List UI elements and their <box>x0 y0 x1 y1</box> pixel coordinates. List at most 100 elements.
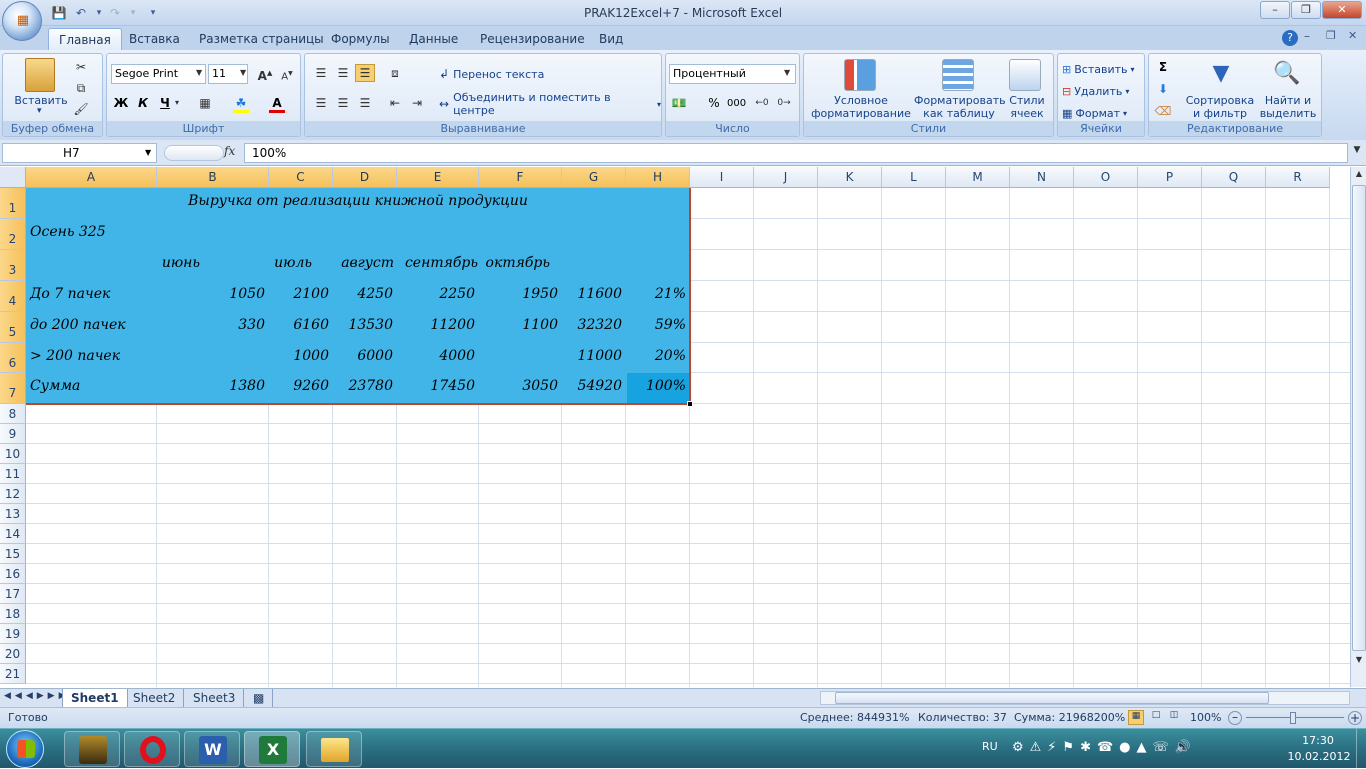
increase-decimal-icon[interactable]: ←0 <box>752 94 772 112</box>
wrap-text-button[interactable]: ↲ Перенос текста <box>439 64 544 84</box>
save-icon[interactable]: 💾 <box>50 4 68 22</box>
data-cell[interactable]: 20% <box>626 348 686 370</box>
data-cell[interactable]: 1000 <box>269 348 329 370</box>
column-header-j[interactable]: J <box>754 167 818 188</box>
autosum-icon[interactable]: Σ <box>1153 58 1173 76</box>
sheet-tab-2[interactable]: Sheet2 <box>125 689 185 707</box>
name-box[interactable]: H7 <box>2 143 157 163</box>
fill-icon[interactable]: ⬇ <box>1153 80 1173 98</box>
page-layout-view-icon[interactable]: □ <box>1148 710 1164 725</box>
currency-icon[interactable]: 💵 <box>669 94 689 112</box>
office-button[interactable]: ▦ <box>2 1 42 41</box>
column-header-g[interactable]: G <box>562 167 626 188</box>
insert-sheet-icon[interactable]: ▩ <box>245 689 273 707</box>
data-cell[interactable] <box>479 348 558 370</box>
align-left-icon[interactable]: ☰ <box>311 94 331 112</box>
zoom-slider-thumb[interactable] <box>1290 712 1296 724</box>
data-cell[interactable] <box>157 348 265 370</box>
row-header-5[interactable]: 5 <box>0 312 26 343</box>
data-cell[interactable]: 2100 <box>269 286 329 308</box>
column-header-l[interactable]: L <box>882 167 946 188</box>
insert-function-button[interactable]: fx <box>224 144 235 158</box>
row-header-7[interactable]: 7 <box>0 373 26 404</box>
format-painter-icon[interactable]: 🖌 <box>71 100 91 118</box>
data-cell[interactable]: 6160 <box>269 317 329 339</box>
row-header-16[interactable]: 16 <box>0 564 26 584</box>
orientation-icon[interactable]: ⧈ <box>385 64 405 82</box>
redo-dropdown-icon[interactable]: ▾ <box>124 4 142 22</box>
increase-indent-icon[interactable]: ⇥ <box>407 94 427 112</box>
row-label-cell[interactable]: Сумма <box>30 378 155 400</box>
data-cell[interactable]: 3050 <box>479 378 558 400</box>
tab-page-layout[interactable]: Разметка страницы <box>189 28 334 50</box>
sheet-tab-1[interactable]: Sheet1 <box>62 689 128 707</box>
italic-button[interactable]: К <box>133 94 153 112</box>
zoom-in-icon[interactable]: + <box>1348 711 1362 725</box>
percent-button[interactable]: % <box>704 94 724 112</box>
clock-date[interactable]: 10.02.2012 <box>1284 750 1354 763</box>
row-header-1[interactable]: 1 <box>0 188 26 219</box>
fill-handle[interactable] <box>687 401 693 407</box>
scroll-up-icon[interactable]: ▲ <box>1352 169 1366 183</box>
row-header-11[interactable]: 11 <box>0 464 26 484</box>
tab-review[interactable]: Рецензирование <box>470 28 595 50</box>
row-header-14[interactable]: 14 <box>0 524 26 544</box>
expand-formula-bar-icon[interactable]: ▼ <box>1350 145 1364 161</box>
column-header-i[interactable]: I <box>690 167 754 188</box>
workbook-close-icon[interactable]: ✕ <box>1348 29 1357 42</box>
clear-icon[interactable]: ⌫ <box>1153 102 1173 120</box>
worksheet-grid[interactable]: ABCDEFGHIJKLMNOPQR 1 2 3 4 5 6 7 8 9 10 11 12 13 14 15… <box>0 167 1350 687</box>
decrease-decimal-icon[interactable]: 0→ <box>774 94 794 112</box>
sheet-tab-3[interactable]: Sheet3 <box>185 689 245 707</box>
data-cell[interactable]: 4250 <box>333 286 393 308</box>
row-header-8[interactable]: 8 <box>0 404 26 424</box>
row-header-9[interactable]: 9 <box>0 424 26 444</box>
maximize-button[interactable]: ❐ <box>1291 1 1321 19</box>
vertical-scroll-thumb[interactable] <box>1352 185 1366 651</box>
sheet-nav-icons[interactable]: ◀◀◀▶▶▶ <box>4 691 70 701</box>
font-name-dropdown-icon[interactable]: ▼ <box>196 68 202 77</box>
data-cell[interactable]: 23780 <box>333 378 393 400</box>
normal-view-icon[interactable]: ▦ <box>1128 710 1144 725</box>
align-top-icon[interactable]: ☰ <box>311 64 331 82</box>
column-header-h[interactable]: H <box>626 167 690 188</box>
column-header-c[interactable]: C <box>269 167 333 188</box>
column-header-f[interactable]: F <box>479 167 562 188</box>
font-size-dropdown-icon[interactable]: ▼ <box>240 68 246 77</box>
data-cell[interactable]: 21% <box>626 286 686 308</box>
decrease-indent-icon[interactable]: ⇤ <box>385 94 405 112</box>
taskbar-explorer[interactable] <box>306 731 362 767</box>
data-cell[interactable]: 1380 <box>157 378 265 400</box>
align-right-icon[interactable]: ☰ <box>355 94 375 112</box>
row-header-20[interactable]: 20 <box>0 644 26 664</box>
row-header-21[interactable]: 21 <box>0 664 26 684</box>
minimize-button[interactable]: – <box>1260 1 1290 19</box>
row-header-15[interactable]: 15 <box>0 544 26 564</box>
zoom-out-icon[interactable]: – <box>1228 711 1242 725</box>
grow-font-icon[interactable]: A▲ <box>255 64 275 83</box>
customize-quick-access-icon[interactable]: ▾ <box>144 4 162 22</box>
month-header-cell[interactable]: июнь <box>158 255 200 277</box>
data-cell[interactable]: 11600 <box>562 286 622 308</box>
thousands-button[interactable]: 000 <box>726 94 746 112</box>
row-header-2[interactable]: 2 <box>0 219 26 250</box>
column-header-r[interactable]: R <box>1266 167 1330 188</box>
data-cell[interactable]: 11200 <box>397 317 475 339</box>
zoom-level[interactable]: 100% <box>1190 711 1221 724</box>
row-header-19[interactable]: 19 <box>0 624 26 644</box>
tray-icons[interactable]: ⚙⚠⚡⚑✱☎●▲☏🔊 <box>1012 740 1197 755</box>
month-header-cell[interactable]: август <box>334 255 394 277</box>
data-cell[interactable]: 4000 <box>397 348 475 370</box>
data-cell[interactable]: 330 <box>157 317 265 339</box>
data-cell[interactable]: 11000 <box>562 348 622 370</box>
data-cell[interactable]: 9260 <box>269 378 329 400</box>
underline-button[interactable]: Ч <box>155 94 175 112</box>
column-header-k[interactable]: K <box>818 167 882 188</box>
find-select-button[interactable]: Найти и выделить <box>1257 94 1319 120</box>
borders-icon[interactable]: ▦ <box>195 94 215 112</box>
tab-data[interactable]: Данные <box>399 28 468 50</box>
underline-dropdown-icon[interactable]: ▾ <box>175 98 179 107</box>
row-label-cell[interactable]: > 200 пачек <box>30 348 155 370</box>
data-cell[interactable]: 2250 <box>397 286 475 308</box>
row-header-12[interactable]: 12 <box>0 484 26 504</box>
